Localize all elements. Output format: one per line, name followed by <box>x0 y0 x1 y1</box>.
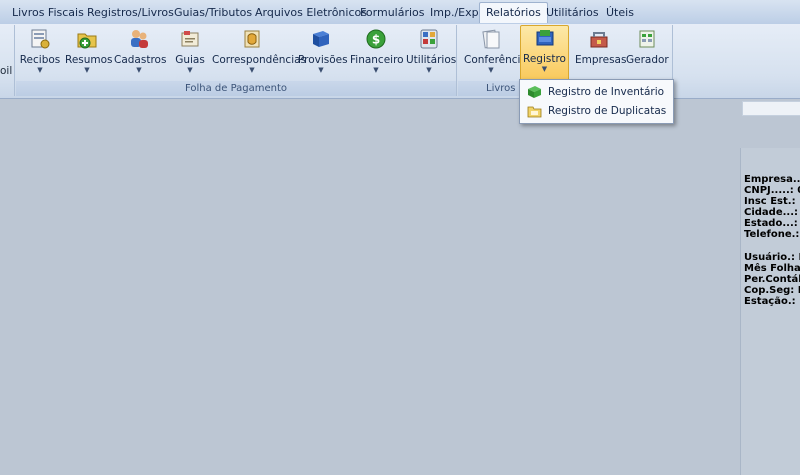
company-info-panel: Empresa..: CNPJ.....: 0 Insc Est.: Cidad… <box>740 148 800 475</box>
resumos-button[interactable]: Resumos ▼ <box>65 27 113 79</box>
cadastros-button[interactable]: Cadastros ▼ <box>114 27 167 79</box>
document-guide-icon <box>181 31 199 47</box>
menu-utilitarios[interactable]: Utilitários <box>543 5 602 22</box>
chevron-down-icon: ▼ <box>426 66 432 74</box>
chevron-down-icon: ▼ <box>187 66 193 74</box>
dropdown-item-inventario[interactable]: Registro de Inventário <box>522 83 670 101</box>
info-estado: Estado...: <box>744 218 798 229</box>
utilitarios-label: Utilitários <box>406 54 457 66</box>
info-mes-folha: Mês Folha: <box>744 263 800 274</box>
cut-label: oil <box>0 65 13 77</box>
dollar-icon: $ <box>366 29 386 49</box>
check-doc-icon <box>482 29 500 49</box>
empresas-button[interactable]: Empresas <box>575 27 627 79</box>
info-usuario: Usuário.: K <box>744 252 800 263</box>
cadastros-label: Cadastros <box>114 54 167 66</box>
gerador-button[interactable]: Gerador <box>626 27 669 79</box>
info-cidade: Cidade...: I <box>744 207 800 218</box>
empresas-label: Empresas <box>575 54 627 66</box>
ribbon-group-folha: Recibos ▼ Resumos ▼ Cadastros ▼ Guias ▼ … <box>16 25 457 96</box>
info-insc: Insc Est.: <box>744 196 796 207</box>
conferencia-label: Conferência <box>464 54 527 66</box>
ribbon: oil Recibos ▼ Resumos ▼ Cadastros ▼ Guia… <box>0 24 800 99</box>
menu-imp-exp[interactable]: Imp./Exp. <box>427 5 485 22</box>
chevron-down-icon: ▼ <box>84 66 90 74</box>
resumos-label: Resumos <box>65 54 113 66</box>
registro-label: Registro <box>523 53 566 65</box>
chevron-down-icon: ▼ <box>373 66 379 74</box>
menu-registros-livros[interactable]: Registros/Livros <box>84 5 177 22</box>
info-per-contab: Per.Contáb <box>744 274 800 285</box>
gerador-label: Gerador <box>626 54 669 66</box>
guias-label: Guias <box>175 54 205 66</box>
recibos-button[interactable]: Recibos ▼ <box>19 27 61 79</box>
chevron-down-icon: ▼ <box>541 65 548 73</box>
menu-guias-tributos[interactable]: Guias/Tributos <box>171 5 255 22</box>
menu-arquivos-eletronicos[interactable]: Arquivos Eletrônicos <box>252 5 370 22</box>
dropdown-item-label: Registro de Inventário <box>548 86 665 98</box>
inventory-icon <box>528 86 541 98</box>
provisoes-button[interactable]: Provisões ▼ <box>298 27 348 79</box>
financeiro-button[interactable]: $ Financeiro ▼ <box>350 27 404 79</box>
provisoes-label: Provisões <box>298 54 348 66</box>
info-cnpj: CNPJ.....: 0 <box>744 185 800 196</box>
info-cop-seg: Cop.Seg: N <box>744 285 800 296</box>
info-estacao: Estação.: 1 <box>744 296 800 307</box>
chevron-down-icon: ▼ <box>37 66 43 74</box>
correspondencias-button[interactable]: Correspondências ▼ <box>212 27 307 79</box>
financeiro-label: Financeiro <box>350 54 404 66</box>
menu-formularios[interactable]: Formulários <box>357 5 428 22</box>
chevron-down-icon: ▼ <box>318 66 324 74</box>
chevron-down-icon: ▼ <box>249 66 255 74</box>
info-telefone: Telefone.: <box>744 229 800 240</box>
folder-add-icon <box>77 33 97 49</box>
svg-text:$: $ <box>372 33 380 47</box>
correspondencias-label: Correspondências <box>212 54 307 66</box>
registro-dropdown: Registro de Inventário Registro de Dupli… <box>519 79 674 124</box>
info-top-bar <box>742 101 800 116</box>
register-book-icon <box>536 30 553 46</box>
registro-button[interactable]: Registro ▼ <box>520 25 569 81</box>
chevron-down-icon: ▼ <box>136 66 142 74</box>
generator-icon <box>639 30 655 48</box>
dropdown-item-duplicatas[interactable]: Registro de Duplicatas <box>522 102 670 120</box>
guias-button[interactable]: Guias ▼ <box>172 27 208 79</box>
menu-relatorios[interactable]: Relatórios <box>479 2 548 23</box>
receipt-icon <box>31 29 50 49</box>
menu-uteis[interactable]: Úteis <box>603 5 637 22</box>
menu-bar: Livros Fiscais Registros/Livros Guias/Tr… <box>0 0 800 25</box>
conferencia-button[interactable]: Conferência ▼ <box>464 27 527 79</box>
company-icon <box>590 32 608 48</box>
people-icon <box>131 30 148 48</box>
ribbon-group-cut: oil <box>0 25 15 96</box>
tools-icon <box>420 29 438 49</box>
utilitarios-button[interactable]: Utilitários ▼ <box>406 27 457 79</box>
recibos-label: Recibos <box>19 54 61 66</box>
mail-icon <box>244 30 260 48</box>
duplicates-icon <box>527 106 542 118</box>
menu-livros-fiscais[interactable]: Livros Fiscais <box>9 5 87 22</box>
chevron-down-icon: ▼ <box>488 66 494 74</box>
dropdown-item-label: Registro de Duplicatas <box>548 105 667 117</box>
info-empresa: Empresa..: <box>744 174 800 185</box>
book-icon <box>313 31 329 47</box>
group-label-folha: Folha de Pagamento <box>16 81 456 96</box>
